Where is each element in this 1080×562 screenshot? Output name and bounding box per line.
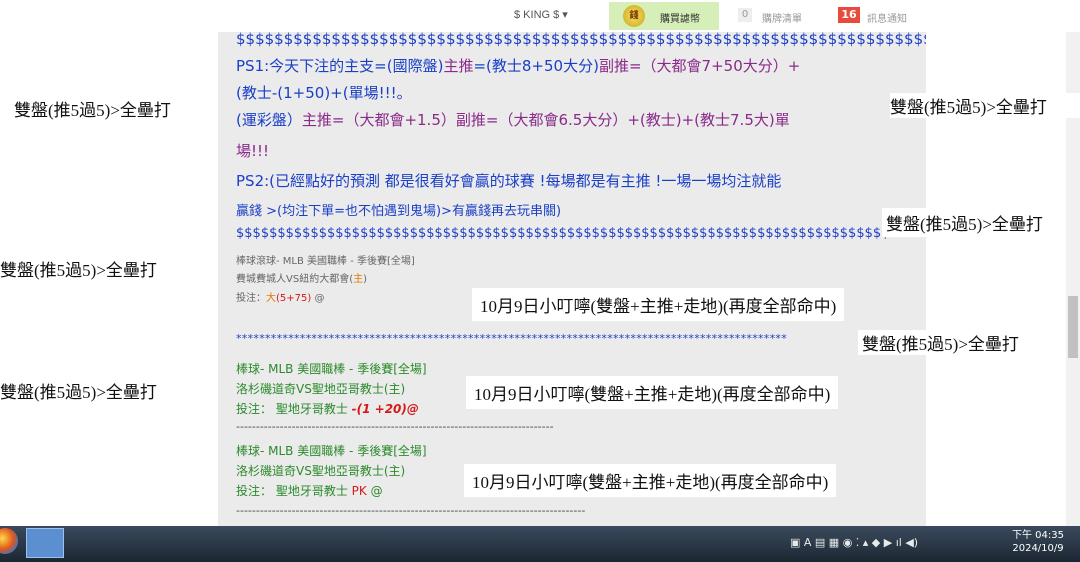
taskbar-app-icon[interactable] [26, 528, 64, 558]
overlay-text: 雙盤(推5過5)>全壘打 [0, 383, 157, 402]
text: =（大都會+1.5） [331, 111, 456, 129]
overlay-text: 雙盤(推5過5)>全壘打 [882, 208, 1047, 237]
dash-separator: ----------------------------------------… [236, 420, 554, 433]
text: -(1 +20) [351, 402, 407, 416]
text: @ [406, 402, 419, 416]
buy-coins-label[interactable]: 購買謔幣 [660, 10, 700, 25]
dollar-line-top: $$$$$$$$$$$$$$$$$$$$$$$$$$$$$$$$$$$$$$$$… [236, 30, 933, 48]
text: 主推 [443, 57, 474, 75]
top-bar: $ KING $ ▾ 錢 購買謔幣 0 購牌清單 16 訊息通知 [0, 0, 1080, 32]
text: =(教士8+50大分) [473, 57, 599, 75]
system-tray-icons[interactable]: ▣ A ▤ ▦ ◉ ⁚ ▴ ◆ ▶ ıl ◀) [790, 536, 918, 549]
bet3-pick: 投注： 聖地牙哥教士 PK @ [236, 482, 383, 499]
overlay-text: 雙盤(推5過5)>全壘打 [858, 330, 1023, 355]
text: 投注： [236, 293, 266, 304]
text: 副推 [598, 57, 629, 75]
clock-date: 2024/10/9 [1012, 543, 1064, 554]
text: 主推 [301, 111, 332, 129]
overlay-result: 10月9日小叮嚀(雙盤+主推+走地)(再度全部命中) [464, 464, 837, 497]
text: PK [351, 484, 367, 498]
text: 大 [266, 293, 276, 304]
bet3-category: 棒球- MLB 美國職棒 - 季後賽[全場] [236, 444, 427, 458]
text: PS1:今天下注的主支=(國際盤) [236, 57, 444, 75]
text: =（大都會7+50大分）+ [628, 57, 801, 75]
ps2-line-1: PS2:(已經點好的預測 都是很看好會贏的球賽 !每場都是有主推 !一場一場均注… [236, 172, 782, 190]
bet3-match: 洛杉磯道奇VS聖地亞哥教士(主) [236, 464, 406, 478]
cart-link[interactable]: 購牌清單 [762, 10, 802, 25]
text: 費城費城人VS紐約大都會( [236, 274, 354, 285]
dollar-line-bottom: $$$$$$$$$$$$$$$$$$$$$$$$$$$$$$$$$$$$$$$$… [236, 226, 890, 241]
scrollbar-thumb[interactable] [1068, 296, 1078, 358]
overlay-text: 雙盤(推5過5)>全壘打 [0, 261, 157, 280]
text: 主 [353, 274, 364, 285]
text: 投注： 聖地牙哥教士 [236, 484, 352, 498]
overlay-text: 雙盤(推5過5)>全壘打 [890, 93, 1080, 118]
text: (5+75) [276, 293, 312, 304]
text: @ [311, 293, 325, 304]
ps2-line-2: 贏錢 >(均注下單=也不怕遇到鬼場)>有贏錢再去玩串關) [236, 204, 562, 219]
text: 副推 [455, 111, 486, 129]
text: (運彩盤） [236, 111, 302, 129]
cart-count-badge[interactable]: 0 [738, 8, 752, 22]
dash-separator-2: ----------------------------------------… [236, 504, 586, 517]
text: @ [366, 484, 383, 498]
user-menu[interactable]: $ KING $ ▾ [514, 8, 568, 21]
coin-icon: 錢 [623, 5, 645, 27]
taskbar-clock[interactable]: 下午 04:35 2024/10/9 [1012, 529, 1064, 555]
clock-time: 下午 04:35 [1012, 530, 1064, 541]
bet2-match: 洛杉磯道奇VS聖地亞哥教士(主) [236, 382, 406, 396]
text: =（大都會6.5大分）+(教士)+(教士7.5大)單 [485, 111, 790, 129]
text: ) [363, 274, 367, 285]
notification-link[interactable]: 訊息通知 [867, 10, 907, 25]
ps1-line-4: 場!!! [236, 142, 270, 160]
bet2-category: 棒球- MLB 美國職棒 - 季後賽[全場] [236, 362, 427, 376]
text: 投注： 聖地牙哥教士 [236, 402, 352, 416]
overlay-result: 10月9日小叮嚀(雙盤+主推+走地)(再度全部命中) [466, 376, 839, 409]
notification-count-badge[interactable]: 16 [838, 7, 860, 23]
bet1-match: 費城費城人VS紐約大都會(主) [236, 270, 367, 285]
ps1-line-1: PS1:今天下注的主支=(國際盤)主推=(教士8+50大分)副推=（大都會7+5… [236, 55, 800, 76]
bet1-pick: 投注：大(5+75) @ [236, 289, 324, 304]
overlay-result: 10月9日小叮嚀(雙盤+主推+走地)(再度全部命中) [472, 288, 845, 321]
ps1-line-3: (運彩盤）主推=（大都會+1.5）副推=（大都會6.5大分）+(教士)+(教士7… [236, 109, 790, 130]
stars-separator: ****************************************… [236, 332, 787, 345]
bet2-pick: 投注： 聖地牙哥教士 -(1 +20)@ [236, 400, 419, 417]
ps1-line-2: (教士-(1+50)+(單場!!!。 [236, 84, 412, 102]
overlay-text: 雙盤(推5過5)>全壘打 [14, 96, 171, 121]
bet1-category: 棒球滾球- MLB 美國職棒 - 季後賽[全場] [236, 256, 415, 267]
